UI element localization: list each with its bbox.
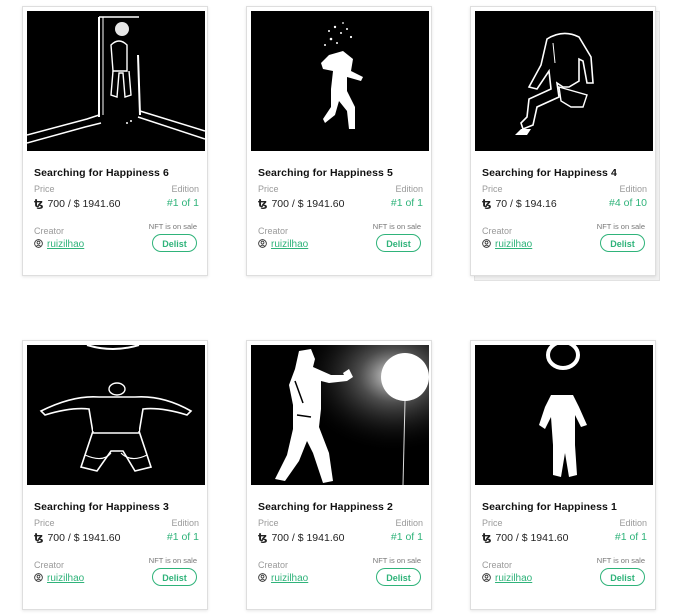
creator-label: Creator xyxy=(258,560,289,570)
price-row: ꜩ 700 / $ 1941.60 xyxy=(258,531,344,544)
price-value: 700 / $ 1941.60 xyxy=(495,532,569,544)
sale-status: NFT is on sale xyxy=(596,222,645,231)
price-row: ꜩ 700 / $ 1941.60 xyxy=(34,531,120,544)
sale-status: NFT is on sale xyxy=(148,556,197,565)
tezos-icon: ꜩ xyxy=(258,198,268,210)
creator-link[interactable]: ruizilhao xyxy=(495,573,532,584)
price-row: ꜩ 70 / $ 194.16 xyxy=(482,197,557,210)
edition-label: Edition xyxy=(395,184,423,194)
edition-value: #1 of 1 xyxy=(166,531,199,543)
price-row: ꜩ 700 / $ 1941.60 xyxy=(258,197,344,210)
sale-status: NFT is on sale xyxy=(596,556,645,565)
price-row: ꜩ 700 / $ 1941.60 xyxy=(482,531,568,544)
delist-button[interactable]: Delist xyxy=(376,568,421,586)
price-value: 700 / $ 1941.60 xyxy=(271,198,345,210)
edition-value: #1 of 1 xyxy=(390,197,423,209)
price-label: Price xyxy=(34,184,55,194)
nft-title[interactable]: Searching for Happiness 6 xyxy=(34,167,169,179)
artwork-image[interactable] xyxy=(475,345,653,485)
edition-value: #1 of 1 xyxy=(166,197,199,209)
creator-row: ruizilhao xyxy=(482,573,532,584)
user-circle-icon xyxy=(482,239,491,248)
nft-title[interactable]: Searching for Happiness 5 xyxy=(258,167,393,179)
delist-button[interactable]: Delist xyxy=(152,234,197,252)
creator-link[interactable]: ruizilhao xyxy=(271,239,308,250)
nft-title[interactable]: Searching for Happiness 2 xyxy=(258,501,393,513)
price-value: 700 / $ 1941.60 xyxy=(271,532,345,544)
edition-label: Edition xyxy=(171,184,199,194)
nft-card[interactable]: Searching for Happiness 3 Price Edition … xyxy=(22,340,208,610)
nft-title[interactable]: Searching for Happiness 3 xyxy=(34,501,169,513)
price-label: Price xyxy=(258,184,279,194)
price-label: Price xyxy=(482,184,503,194)
delist-button[interactable]: Delist xyxy=(376,234,421,252)
edition-value: #1 of 1 xyxy=(614,531,647,543)
tezos-icon: ꜩ xyxy=(34,198,44,210)
creator-link[interactable]: ruizilhao xyxy=(495,239,532,250)
tezos-icon: ꜩ xyxy=(482,532,492,544)
sale-status: NFT is on sale xyxy=(372,556,421,565)
creator-link[interactable]: ruizilhao xyxy=(271,573,308,584)
creator-row: ruizilhao xyxy=(34,573,84,584)
creator-row: ruizilhao xyxy=(34,239,84,250)
creator-row: ruizilhao xyxy=(482,239,532,250)
price-value: 700 / $ 1941.60 xyxy=(47,532,121,544)
nft-card[interactable]: Searching for Happiness 5 Price Edition … xyxy=(246,6,432,276)
edition-label: Edition xyxy=(171,518,199,528)
user-circle-icon xyxy=(258,573,267,582)
creator-link[interactable]: ruizilhao xyxy=(47,573,84,584)
nft-title[interactable]: Searching for Happiness 4 xyxy=(482,167,617,179)
edition-value: #1 of 1 xyxy=(390,531,423,543)
nft-card[interactable]: Searching for Happiness 4 Price Edition … xyxy=(470,6,656,276)
nft-title[interactable]: Searching for Happiness 1 xyxy=(482,501,617,513)
price-value: 70 / $ 194.16 xyxy=(495,198,557,210)
price-row: ꜩ 700 / $ 1941.60 xyxy=(34,197,120,210)
creator-row: ruizilhao xyxy=(258,239,308,250)
delist-button[interactable]: Delist xyxy=(152,568,197,586)
creator-label: Creator xyxy=(258,226,289,236)
edition-label: Edition xyxy=(619,184,647,194)
price-label: Price xyxy=(482,518,503,528)
creator-label: Creator xyxy=(482,560,513,570)
delist-button[interactable]: Delist xyxy=(600,568,645,586)
tezos-icon: ꜩ xyxy=(482,198,492,210)
artwork-image[interactable] xyxy=(251,11,429,151)
edition-value: #4 of 10 xyxy=(609,197,647,209)
price-label: Price xyxy=(258,518,279,528)
user-circle-icon xyxy=(34,573,43,582)
creator-row: ruizilhao xyxy=(258,573,308,584)
nft-card[interactable]: Searching for Happiness 2 Price Edition … xyxy=(246,340,432,610)
user-circle-icon xyxy=(482,573,491,582)
nft-card[interactable]: Searching for Happiness 6 Price Edition … xyxy=(22,6,208,276)
creator-link[interactable]: ruizilhao xyxy=(47,239,84,250)
artwork-image[interactable] xyxy=(27,11,205,151)
creator-label: Creator xyxy=(34,560,65,570)
user-circle-icon xyxy=(258,239,267,248)
edition-label: Edition xyxy=(619,518,647,528)
user-circle-icon xyxy=(34,239,43,248)
price-label: Price xyxy=(34,518,55,528)
edition-label: Edition xyxy=(395,518,423,528)
creator-label: Creator xyxy=(482,226,513,236)
price-value: 700 / $ 1941.60 xyxy=(47,198,121,210)
artwork-image[interactable] xyxy=(27,345,205,485)
artwork-image[interactable] xyxy=(475,11,653,151)
delist-button[interactable]: Delist xyxy=(600,234,645,252)
sale-status: NFT is on sale xyxy=(148,222,197,231)
creator-label: Creator xyxy=(34,226,65,236)
nft-card[interactable]: Searching for Happiness 1 Price Edition … xyxy=(470,340,656,610)
tezos-icon: ꜩ xyxy=(258,532,268,544)
artwork-image[interactable] xyxy=(251,345,429,485)
tezos-icon: ꜩ xyxy=(34,532,44,544)
sale-status: NFT is on sale xyxy=(372,222,421,231)
